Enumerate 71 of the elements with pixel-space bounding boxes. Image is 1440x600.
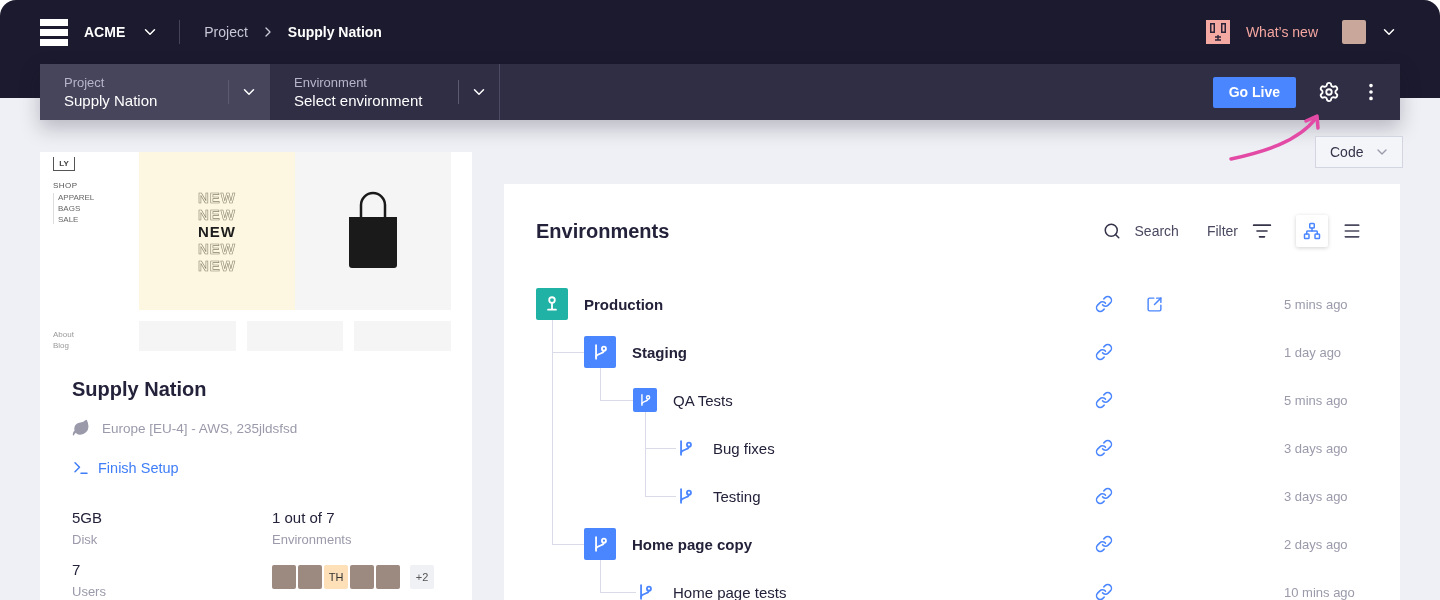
settings-icon[interactable]: [1318, 81, 1340, 103]
banner-text: NEW: [198, 205, 236, 223]
link-icon[interactable]: [1095, 439, 1113, 457]
branch-icon: [584, 336, 616, 368]
environment-name: Home page copy: [632, 535, 753, 553]
bunny-icon[interactable]: [1205, 20, 1230, 44]
dropdown-select[interactable]: Environment Select environment: [270, 64, 500, 120]
environment-name: Production: [584, 295, 664, 313]
updated-time: 3 days ago: [1284, 488, 1349, 504]
breadcrumb-link[interactable]: Project: [204, 24, 248, 40]
link-icon[interactable]: [1095, 343, 1113, 361]
stat-value: 1 out of 7: [272, 509, 336, 526]
leaf-icon: [72, 419, 90, 437]
select-value: Select environment: [294, 92, 424, 109]
terminal-icon: [72, 459, 90, 477]
menu-icon[interactable]: [40, 18, 68, 46]
stat-label: Environments: [272, 532, 353, 547]
more-users-count: +2: [410, 565, 434, 589]
avatar: [376, 565, 400, 589]
banner-text: NEW: [198, 239, 236, 257]
avatar: [298, 565, 322, 589]
environment-name: Home page tests: [673, 583, 787, 600]
updated-time: 3 days ago: [1284, 440, 1349, 456]
banner-text: NEW: [198, 222, 236, 240]
hierarchy-icon: [1303, 222, 1321, 240]
filter-icon: [1252, 221, 1272, 241]
avatar: [350, 565, 374, 589]
environment-name: Testing: [713, 487, 761, 505]
avatar: [272, 565, 296, 589]
filter-button[interactable]: Filter: [1206, 221, 1272, 241]
updated-time: 5 mins ago: [1284, 392, 1349, 408]
pin-icon: [536, 288, 568, 320]
select-value: Supply Nation: [64, 92, 159, 109]
whats-new-link[interactable]: What’s new: [1245, 24, 1318, 40]
tree-view-button[interactable]: [1296, 215, 1328, 247]
dropdown-select[interactable]: Project Supply Nation: [40, 64, 270, 120]
environment-name: Staging: [632, 343, 687, 361]
stat-value: 7: [72, 561, 82, 578]
branch-icon: [584, 528, 616, 560]
list-icon: [1342, 221, 1362, 241]
environment-name: QA Tests: [673, 391, 733, 409]
updated-time: 10 mins ago: [1284, 584, 1356, 600]
breadcrumb-current: Supply Nation: [287, 24, 382, 40]
link-icon[interactable]: [1095, 391, 1113, 409]
updated-time: 2 days ago: [1284, 536, 1349, 552]
mode-dropdown[interactable]: Code: [1315, 136, 1403, 168]
region-text: Europe [EU-4] - AWS, 235jldsfsd: [102, 420, 298, 436]
project-title: Supply Nation: [72, 378, 208, 401]
stat-value: 5GB: [72, 509, 103, 526]
banner-text: NEW: [198, 256, 236, 274]
avatar-initials: TH: [324, 565, 348, 589]
environment-name: Bug fixes: [713, 439, 775, 457]
site-nav-heading: SHOP: [53, 181, 79, 190]
finish-setup-link[interactable]: Finish Setup: [72, 459, 179, 477]
search-icon: [1102, 222, 1121, 240]
site-logo: LY: [53, 157, 75, 171]
select-label: Project: [64, 75, 106, 90]
link-icon[interactable]: [1095, 295, 1113, 313]
stat-label: Disk: [72, 532, 99, 547]
banner-text: NEW: [198, 188, 236, 206]
branch-icon: [633, 388, 657, 412]
link-icon[interactable]: [1095, 535, 1113, 553]
select-label: Environment: [294, 75, 368, 90]
updated-time: 1 day ago: [1284, 344, 1343, 360]
stat-label: Users: [72, 584, 107, 599]
updated-time: 5 mins ago: [1284, 296, 1349, 312]
search-button[interactable]: Search: [1102, 222, 1179, 240]
panel-title: Environments: [536, 219, 671, 243]
link-icon[interactable]: [1095, 583, 1113, 600]
org-name[interactable]: ACME: [84, 24, 126, 40]
link-icon[interactable]: [1095, 487, 1113, 505]
